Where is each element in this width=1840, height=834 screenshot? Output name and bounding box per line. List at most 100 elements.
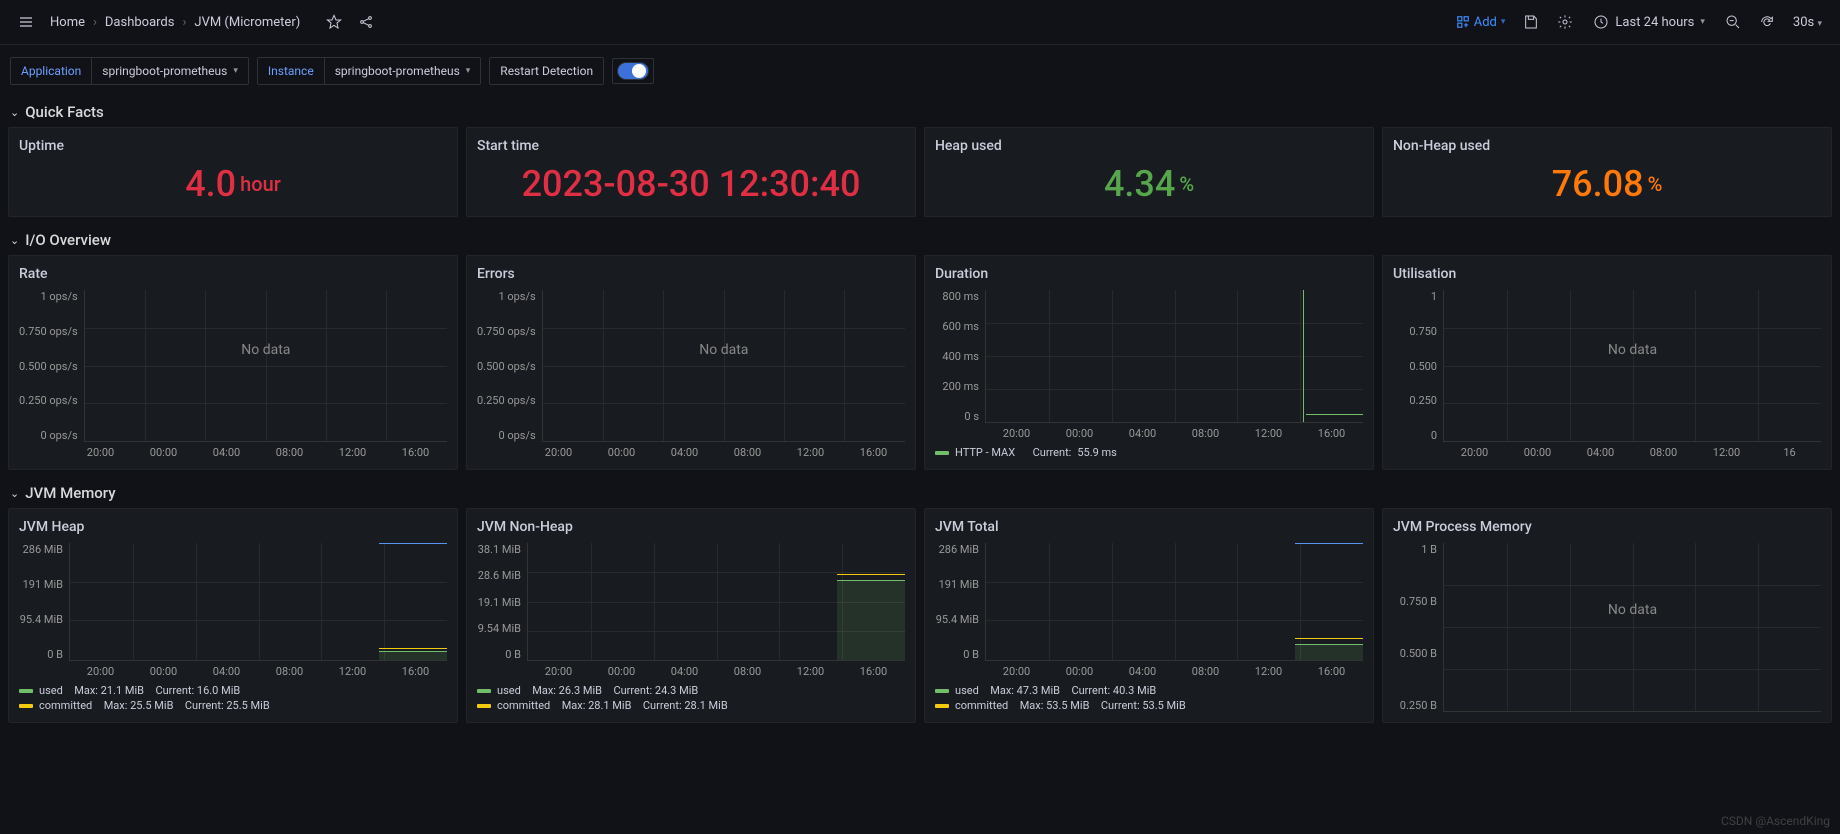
panel-uptime[interactable]: Uptime 4.0 hour (8, 127, 458, 217)
legend-series: used (497, 684, 521, 697)
panel-title: Rate (19, 266, 447, 282)
panel-utilisation[interactable]: Utilisation 10.7500.5000.2500 No data 20… (1382, 255, 1832, 470)
chevron-down-icon: ⌄ (10, 487, 19, 500)
variable-value-text: springboot-prometheus (335, 64, 460, 78)
breadcrumb-sep: › (182, 15, 186, 30)
stat-unit: % (1179, 172, 1194, 196)
refresh-button[interactable] (1753, 8, 1781, 36)
panel-title: Utilisation (1393, 266, 1821, 282)
legend-current: Current: 53.5 MiB (1095, 699, 1185, 712)
row-io-toggle[interactable]: ⌄ I/O Overview (0, 225, 1840, 255)
committed-line (837, 574, 905, 575)
y-axis: 38.1 MiB28.6 MiB19.1 MiB9.54 MiB0 B (477, 543, 527, 661)
x-axis: 20:0000:0004:0008:0012:0016:00 (477, 661, 905, 678)
y-axis: 800 ms600 ms400 ms200 ms0 s (935, 290, 985, 423)
row-quick-facts-toggle[interactable]: ⌄ Quick Facts (0, 97, 1840, 127)
chart-area: 286 MiB191 MiB95.4 MiB0 B (19, 543, 447, 661)
panel-title: Uptime (19, 138, 447, 154)
legend-max: Max: 21.1 MiB (69, 684, 144, 697)
panel-heap-used[interactable]: Heap used 4.34% (924, 127, 1374, 217)
quick-facts-row: Uptime 4.0 hour Start time 2023-08-30 12… (0, 127, 1840, 225)
time-range-label: Last 24 hours (1615, 15, 1694, 30)
y-axis: 1 ops/s0.750 ops/s0.500 ops/s0.250 ops/s… (477, 290, 542, 442)
breadcrumb-home[interactable]: Home (50, 15, 85, 30)
panel-errors[interactable]: Errors 1 ops/s0.750 ops/s0.500 ops/s0.25… (466, 255, 916, 470)
legend-series: committed (955, 699, 1008, 712)
y-axis: 1 B0.750 B0.500 B0.250 B (1393, 543, 1443, 712)
refresh-interval-picker[interactable]: 30s ▾ (1787, 11, 1828, 34)
panel-rate[interactable]: Rate 1 ops/s0.750 ops/s0.500 ops/s0.250 … (8, 255, 458, 470)
x-axis: 20:0000:0004:0008:0012:0016:00 (19, 661, 447, 678)
panel-jvm-process-memory[interactable]: JVM Process Memory 1 B0.750 B0.500 B0.25… (1382, 508, 1832, 723)
panel-title: Start time (477, 138, 905, 154)
panel-duration[interactable]: Duration 800 ms600 ms400 ms200 ms0 s 20:… (924, 255, 1374, 470)
restart-detection-toggle[interactable] (617, 62, 649, 80)
legend: HTTP - MAX Current: 55.9 ms (935, 440, 1363, 459)
stat-value: 2023-08-30 12:30:40 (477, 162, 905, 206)
legend-series: used (955, 684, 979, 697)
panel-nonheap-used[interactable]: Non-Heap used 76.08% (1382, 127, 1832, 217)
share-button[interactable] (352, 8, 380, 36)
breadcrumb-dashboards[interactable]: Dashboards (105, 15, 175, 30)
variable-application-select[interactable]: springboot-prometheus ▾ (91, 58, 248, 84)
spike-line (1303, 290, 1304, 422)
stat-number: 2023-08-30 12:30:40 (522, 163, 861, 205)
legend-row: used Max: 21.1 MiB Current: 16.0 MiB (19, 684, 447, 697)
chart-area: 1 ops/s0.750 ops/s0.500 ops/s0.250 ops/s… (477, 290, 905, 442)
restart-detection-toggle-wrap (612, 58, 654, 84)
menu-toggle-button[interactable] (12, 8, 40, 36)
add-button[interactable]: Add ▾ (1450, 11, 1512, 34)
row-title: I/O Overview (25, 231, 111, 249)
plot: No data (1443, 543, 1821, 712)
header-left: Home › Dashboards › JVM (Micrometer) (12, 8, 380, 36)
time-range-picker[interactable]: Last 24 hours ▾ (1585, 10, 1712, 34)
breadcrumb-sep: › (93, 15, 97, 30)
panel-jvm-total[interactable]: JVM Total 286 MiB191 MiB95.4 MiB0 B 20:0… (924, 508, 1374, 723)
legend-series: HTTP - MAX (955, 446, 1015, 459)
max-line (1295, 543, 1363, 544)
legend-current: Current: 16.0 MiB (150, 684, 240, 697)
refresh-icon (1759, 14, 1775, 30)
save-button[interactable] (1517, 8, 1545, 36)
favorite-button[interactable] (320, 8, 348, 36)
stat-number: 76.08 (1552, 163, 1644, 205)
y-axis: 286 MiB191 MiB95.4 MiB0 B (19, 543, 69, 661)
used-area (837, 580, 905, 660)
legend-current: Current: 25.5 MiB (179, 699, 269, 712)
variable-label: Application (11, 58, 91, 84)
legend-row: committed Max: 53.5 MiB Current: 53.5 Mi… (935, 699, 1363, 712)
panel-title: JVM Process Memory (1393, 519, 1821, 535)
settings-button[interactable] (1551, 8, 1579, 36)
watermark: CSDN @AscendKing (1721, 814, 1830, 828)
no-data-label: No data (241, 342, 290, 358)
used-area (379, 651, 447, 660)
row-title: Quick Facts (25, 103, 104, 121)
legend-max: Max: 25.5 MiB (98, 699, 173, 712)
stat-unit: % (1648, 172, 1663, 196)
clock-icon (1593, 14, 1609, 30)
chart-area: 38.1 MiB28.6 MiB19.1 MiB9.54 MiB0 B (477, 543, 905, 661)
variable-value-text: springboot-prometheus (102, 64, 227, 78)
chart-area: 1 B0.750 B0.500 B0.250 B No data (1393, 543, 1821, 712)
legend-max: Max: 26.3 MiB (527, 684, 602, 697)
breadcrumb-current[interactable]: JVM (Micrometer) (194, 15, 300, 30)
memory-row: JVM Heap 286 MiB191 MiB95.4 MiB0 B 20:00… (0, 508, 1840, 731)
chart-area: 10.7500.5000.2500 No data (1393, 290, 1821, 442)
variable-instance-select[interactable]: springboot-prometheus ▾ (324, 58, 481, 84)
chart-area: 800 ms600 ms400 ms200 ms0 s (935, 290, 1363, 423)
zoom-out-button[interactable] (1719, 8, 1747, 36)
legend-swatch-icon (935, 689, 949, 693)
io-row: Rate 1 ops/s0.750 ops/s0.500 ops/s0.250 … (0, 255, 1840, 478)
legend-row: used Max: 47.3 MiB Current: 40.3 MiB (935, 684, 1363, 697)
row-memory-toggle[interactable]: ⌄ JVM Memory (0, 478, 1840, 508)
variable-label: Instance (258, 58, 324, 84)
panel-jvm-nonheap[interactable]: JVM Non-Heap 38.1 MiB28.6 MiB19.1 MiB9.5… (466, 508, 916, 723)
panel-jvm-heap[interactable]: JVM Heap 286 MiB191 MiB95.4 MiB0 B 20:00… (8, 508, 458, 723)
no-data-label: No data (1608, 602, 1657, 618)
panel-start-time[interactable]: Start time 2023-08-30 12:30:40 (466, 127, 916, 217)
legend-series: committed (39, 699, 92, 712)
share-icon (358, 14, 374, 30)
plot (985, 290, 1363, 423)
y-axis: 1 ops/s0.750 ops/s0.500 ops/s0.250 ops/s… (19, 290, 84, 442)
plot: No data (84, 290, 447, 442)
